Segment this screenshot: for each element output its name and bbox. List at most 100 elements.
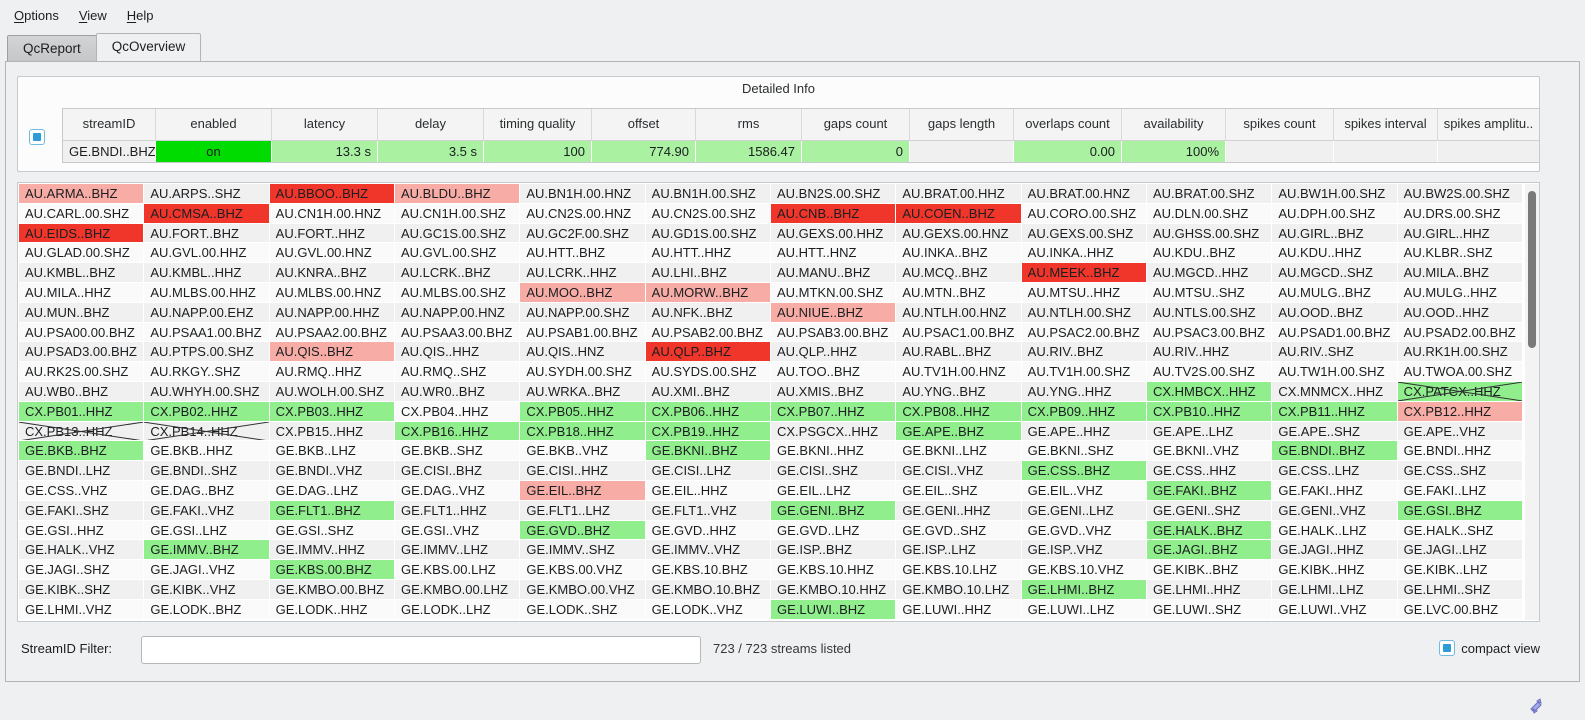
stream-cell[interactable]: AU.XMI..BHZ xyxy=(646,382,771,402)
stream-cell[interactable]: AU.KDU..HHZ xyxy=(1272,243,1397,263)
stream-cell[interactable]: GE.GENI..SHZ xyxy=(1147,501,1272,521)
stream-cell[interactable]: CX.PB10..HHZ xyxy=(1147,402,1272,422)
stream-cell[interactable]: AU.MOO..BHZ xyxy=(520,283,645,303)
stream-cell[interactable]: GE.LVC.00.BHZ xyxy=(1398,600,1523,620)
stream-cell[interactable]: GE.LHMI..BHZ xyxy=(1022,580,1147,600)
stream-cell[interactable]: AU.MLBS.00.SHZ xyxy=(395,283,520,303)
stream-cell[interactable]: AU.PSAA2.00.BHZ xyxy=(270,323,395,343)
stream-cell[interactable]: GE.KBS.10.VHZ xyxy=(1022,560,1147,580)
stream-cell[interactable]: AU.MUN..BHZ xyxy=(19,303,144,323)
stream-cell[interactable]: AU.GVL.00.HNZ xyxy=(270,243,395,263)
stream-cell[interactable]: GE.GVD..BHZ xyxy=(520,521,645,541)
stream-cell[interactable]: AU.DRS.00.SHZ xyxy=(1398,204,1523,224)
stream-cell[interactable]: AU.SYDS.00.SHZ xyxy=(646,362,771,382)
stream-cell[interactable]: GE.HALK..LHZ xyxy=(1272,521,1397,541)
stream-cell[interactable]: GE.BKNI..LHZ xyxy=(896,441,1021,461)
stream-cell[interactable]: GE.CSS..VHZ xyxy=(19,481,144,501)
stream-cell[interactable]: AU.TWOA.00.SHZ xyxy=(1398,362,1523,382)
stream-cell[interactable]: AU.HTT..BHZ xyxy=(520,243,645,263)
info-col-offset[interactable]: offset xyxy=(591,109,695,140)
stream-cell[interactable]: AU.HTT..HNZ xyxy=(771,243,896,263)
stream-cell[interactable]: AU.WR0..BHZ xyxy=(395,382,520,402)
stream-cell[interactable]: AU.PSAA3.00.BHZ xyxy=(395,323,520,343)
stream-cell[interactable]: GE.KIBK..SHZ xyxy=(19,580,144,600)
compact-view-checkbox[interactable] xyxy=(1439,640,1455,656)
stream-cell[interactable]: AU.RIV..SHZ xyxy=(1272,342,1397,362)
stream-cell[interactable]: AU.NAPP.00.HNZ xyxy=(395,303,520,323)
stream-cell[interactable]: AU.PSA00.00.BHZ xyxy=(19,323,144,343)
stream-cell[interactable]: AU.OOD..HHZ xyxy=(1398,303,1523,323)
stream-cell[interactable]: AU.YNG..HHZ xyxy=(1022,382,1147,402)
stream-cell[interactable]: AU.GVL.00.SHZ xyxy=(395,243,520,263)
stream-cell[interactable]: AU.PSAD1.00.BHZ xyxy=(1272,323,1397,343)
stream-cell[interactable]: GE.BKB..LHZ xyxy=(270,441,395,461)
menu-help[interactable]: Help xyxy=(117,3,164,28)
info-col-enabled[interactable]: enabled xyxy=(155,109,271,140)
stream-cell[interactable]: GE.GVD..LHZ xyxy=(771,521,896,541)
stream-cell[interactable]: AU.GEXS.00.SHZ xyxy=(1022,224,1147,244)
stream-cell[interactable]: AU.GC1S.00.SHZ xyxy=(395,224,520,244)
stream-cell[interactable]: GE.IMMV..VHZ xyxy=(646,540,771,560)
stream-cell[interactable]: AU.MULG..BHZ xyxy=(1272,283,1397,303)
stream-enabled-checkbox[interactable] xyxy=(29,129,45,145)
info-col-gaps-count[interactable]: gaps count xyxy=(801,109,909,140)
info-col-delay[interactable]: delay xyxy=(377,109,483,140)
stream-cell[interactable]: AU.NTLS.00.SHZ xyxy=(1147,303,1272,323)
stream-cell[interactable]: GE.BKB..BHZ xyxy=(19,441,144,461)
stream-cell[interactable]: AU.BRAT.00.SHZ xyxy=(1147,184,1272,204)
stream-cell[interactable]: GE.EIL..VHZ xyxy=(1022,481,1147,501)
stream-cell[interactable]: GE.APE..LHZ xyxy=(1147,422,1272,442)
stream-cell[interactable]: GE.LHMI..HHZ xyxy=(1147,580,1272,600)
stream-cell[interactable]: GE.JAGI..LHZ xyxy=(1398,540,1523,560)
stream-cell[interactable]: GE.JAGI..BHZ xyxy=(1147,540,1272,560)
stream-cell[interactable]: AU.ARPS..SHZ xyxy=(144,184,269,204)
stream-cell[interactable]: AU.NAPP.00.SHZ xyxy=(520,303,645,323)
info-col-spikes-amplitu-[interactable]: spikes amplitu.. xyxy=(1437,109,1539,140)
stream-cell[interactable]: GE.GVD..HHZ xyxy=(646,521,771,541)
stream-cell[interactable]: AU.RMQ..HHZ xyxy=(270,362,395,382)
stream-cell[interactable]: AU.NAPP.00.HHZ xyxy=(270,303,395,323)
stream-cell[interactable]: GE.GSI..HHZ xyxy=(19,521,144,541)
info-col-timing-quality[interactable]: timing quality xyxy=(483,109,591,140)
stream-filter-input[interactable] xyxy=(141,636,701,664)
stream-cell[interactable]: GE.CISI..LHZ xyxy=(646,461,771,481)
stream-cell[interactable]: GE.GENI..VHZ xyxy=(1272,501,1397,521)
stream-cell[interactable]: GE.BKNI..BHZ xyxy=(646,441,771,461)
stream-cell[interactable]: AU.MORW..BHZ xyxy=(646,283,771,303)
stream-cell[interactable]: AU.PSAB2.00.BHZ xyxy=(646,323,771,343)
stream-cell[interactable]: AU.RMQ..SHZ xyxy=(395,362,520,382)
stream-cell[interactable]: GE.LHMI..SHZ xyxy=(1398,580,1523,600)
stream-cell[interactable]: GE.KBS.10.HHZ xyxy=(771,560,896,580)
stream-cell[interactable]: GE.LHMI..VHZ xyxy=(19,600,144,620)
stream-cell[interactable]: GE.LODK..SHZ xyxy=(520,600,645,620)
stream-cell[interactable]: GE.CISI..HHZ xyxy=(520,461,645,481)
stream-cell[interactable]: GE.LODK..BHZ xyxy=(144,600,269,620)
stream-cell[interactable]: CX.PB14..HHZ xyxy=(144,422,269,442)
stream-cell[interactable]: AU.MCQ..BHZ xyxy=(896,263,1021,283)
stream-cell[interactable]: AU.KMBL..HHZ xyxy=(144,263,269,283)
stream-cell[interactable]: CX.PB06..HHZ xyxy=(646,402,771,422)
stream-cell[interactable]: AU.TV1H.00.HNZ xyxy=(896,362,1021,382)
stream-cell[interactable]: GE.LODK..LHZ xyxy=(395,600,520,620)
stream-cell[interactable]: AU.QIS..HNZ xyxy=(520,342,645,362)
stream-cell[interactable]: GE.BKNI..VHZ xyxy=(1147,441,1272,461)
stream-cell[interactable]: AU.PSAA1.00.BHZ xyxy=(144,323,269,343)
stream-cell[interactable]: AU.EIDS..BHZ xyxy=(19,224,144,244)
stream-cell[interactable]: GE.BKNI..HHZ xyxy=(771,441,896,461)
stream-cell[interactable]: GE.BNDI..HHZ xyxy=(1398,441,1523,461)
stream-cell[interactable]: AU.WB0..BHZ xyxy=(19,382,144,402)
stream-cell[interactable]: GE.LUWI..SHZ xyxy=(1147,600,1272,620)
stream-cell[interactable]: CX.PB05..HHZ xyxy=(520,402,645,422)
stream-cell[interactable]: AU.XMIS..BHZ xyxy=(771,382,896,402)
stream-cell[interactable]: AU.GVL.00.HHZ xyxy=(144,243,269,263)
stream-cell[interactable]: GE.FAKI..SHZ xyxy=(19,501,144,521)
grid-scrollbar[interactable] xyxy=(1525,184,1539,620)
stream-cell[interactable]: AU.MULG..HHZ xyxy=(1398,283,1523,303)
stream-cell[interactable]: AU.NIUE..BHZ xyxy=(771,303,896,323)
stream-cell[interactable]: GE.LODK..HHZ xyxy=(270,600,395,620)
stream-cell[interactable]: GE.IMMV..LHZ xyxy=(395,540,520,560)
stream-cell[interactable]: GE.GVD..SHZ xyxy=(896,521,1021,541)
stream-cell[interactable]: GE.FAKI..LHZ xyxy=(1398,481,1523,501)
stream-cell[interactable]: CX.PB18..HHZ xyxy=(520,422,645,442)
stream-cell[interactable]: GE.BKB..VHZ xyxy=(520,441,645,461)
